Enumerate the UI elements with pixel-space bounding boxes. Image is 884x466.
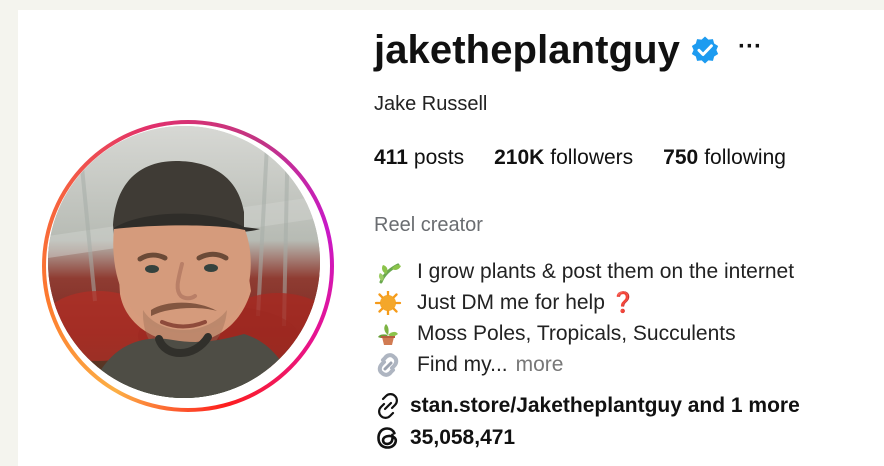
avatar-photo — [48, 126, 320, 398]
external-link-row[interactable]: stan.store/Jaketheplantguy and 1 more — [374, 392, 800, 420]
profile-header: jaketheplantguy ··· Jake Russell 411 post… — [374, 0, 884, 466]
bio-text: Just DM me for help — [417, 290, 605, 314]
following-stat[interactable]: 750 following — [663, 146, 786, 170]
verified-badge-icon — [691, 36, 719, 64]
more-options-icon[interactable]: ··· — [738, 35, 762, 59]
profile-avatar[interactable] — [42, 120, 334, 412]
followers-count: 210K — [494, 146, 545, 169]
following-count: 750 — [663, 146, 699, 169]
username-row: jaketheplantguy ··· — [374, 25, 762, 75]
link-chain-icon — [377, 352, 399, 377]
sun-icon — [374, 290, 402, 315]
posts-label: posts — [413, 146, 465, 169]
followers-stat[interactable]: 210K followers — [494, 146, 633, 170]
threads-icon — [377, 427, 398, 449]
bio-line: Moss Poles, Tropicals, Succulents — [374, 318, 884, 349]
bio-text: Find my... — [417, 352, 508, 376]
bio-text: I grow plants & post them on the interne… — [417, 259, 795, 283]
link-icon — [378, 393, 398, 419]
profile-username[interactable]: jaketheplantguy — [374, 30, 680, 70]
threads-row[interactable]: 35,058,471 — [374, 424, 515, 452]
profile-full-name: Jake Russell — [374, 93, 488, 115]
profile-stats: 411 posts 210K followers 750 following — [374, 146, 786, 170]
question-icon: ❓ — [610, 291, 636, 314]
threads-count: 35,058,471 — [410, 426, 516, 449]
seedling-icon — [378, 263, 401, 283]
posts-count: 411 — [374, 146, 408, 169]
bio-line: Just DM me for help ❓ — [374, 287, 884, 318]
potted-plant-icon — [378, 323, 398, 345]
external-link-text: stan.store/Jaketheplantguy and 1 more — [410, 394, 800, 417]
profile-category: Reel creator — [374, 214, 483, 236]
bio-line: I grow plants & post them on the interne… — [374, 256, 884, 287]
followers-label: followers — [550, 146, 634, 169]
bio-text: Moss Poles, Tropicals, Succulents — [417, 321, 736, 345]
profile-bio: I grow plants & post them on the interne… — [374, 256, 884, 380]
posts-stat[interactable]: 411 posts — [374, 146, 464, 170]
bio-line: Find my... more — [374, 349, 884, 380]
following-label: following — [704, 146, 786, 169]
bio-more-link[interactable]: more — [516, 353, 564, 377]
